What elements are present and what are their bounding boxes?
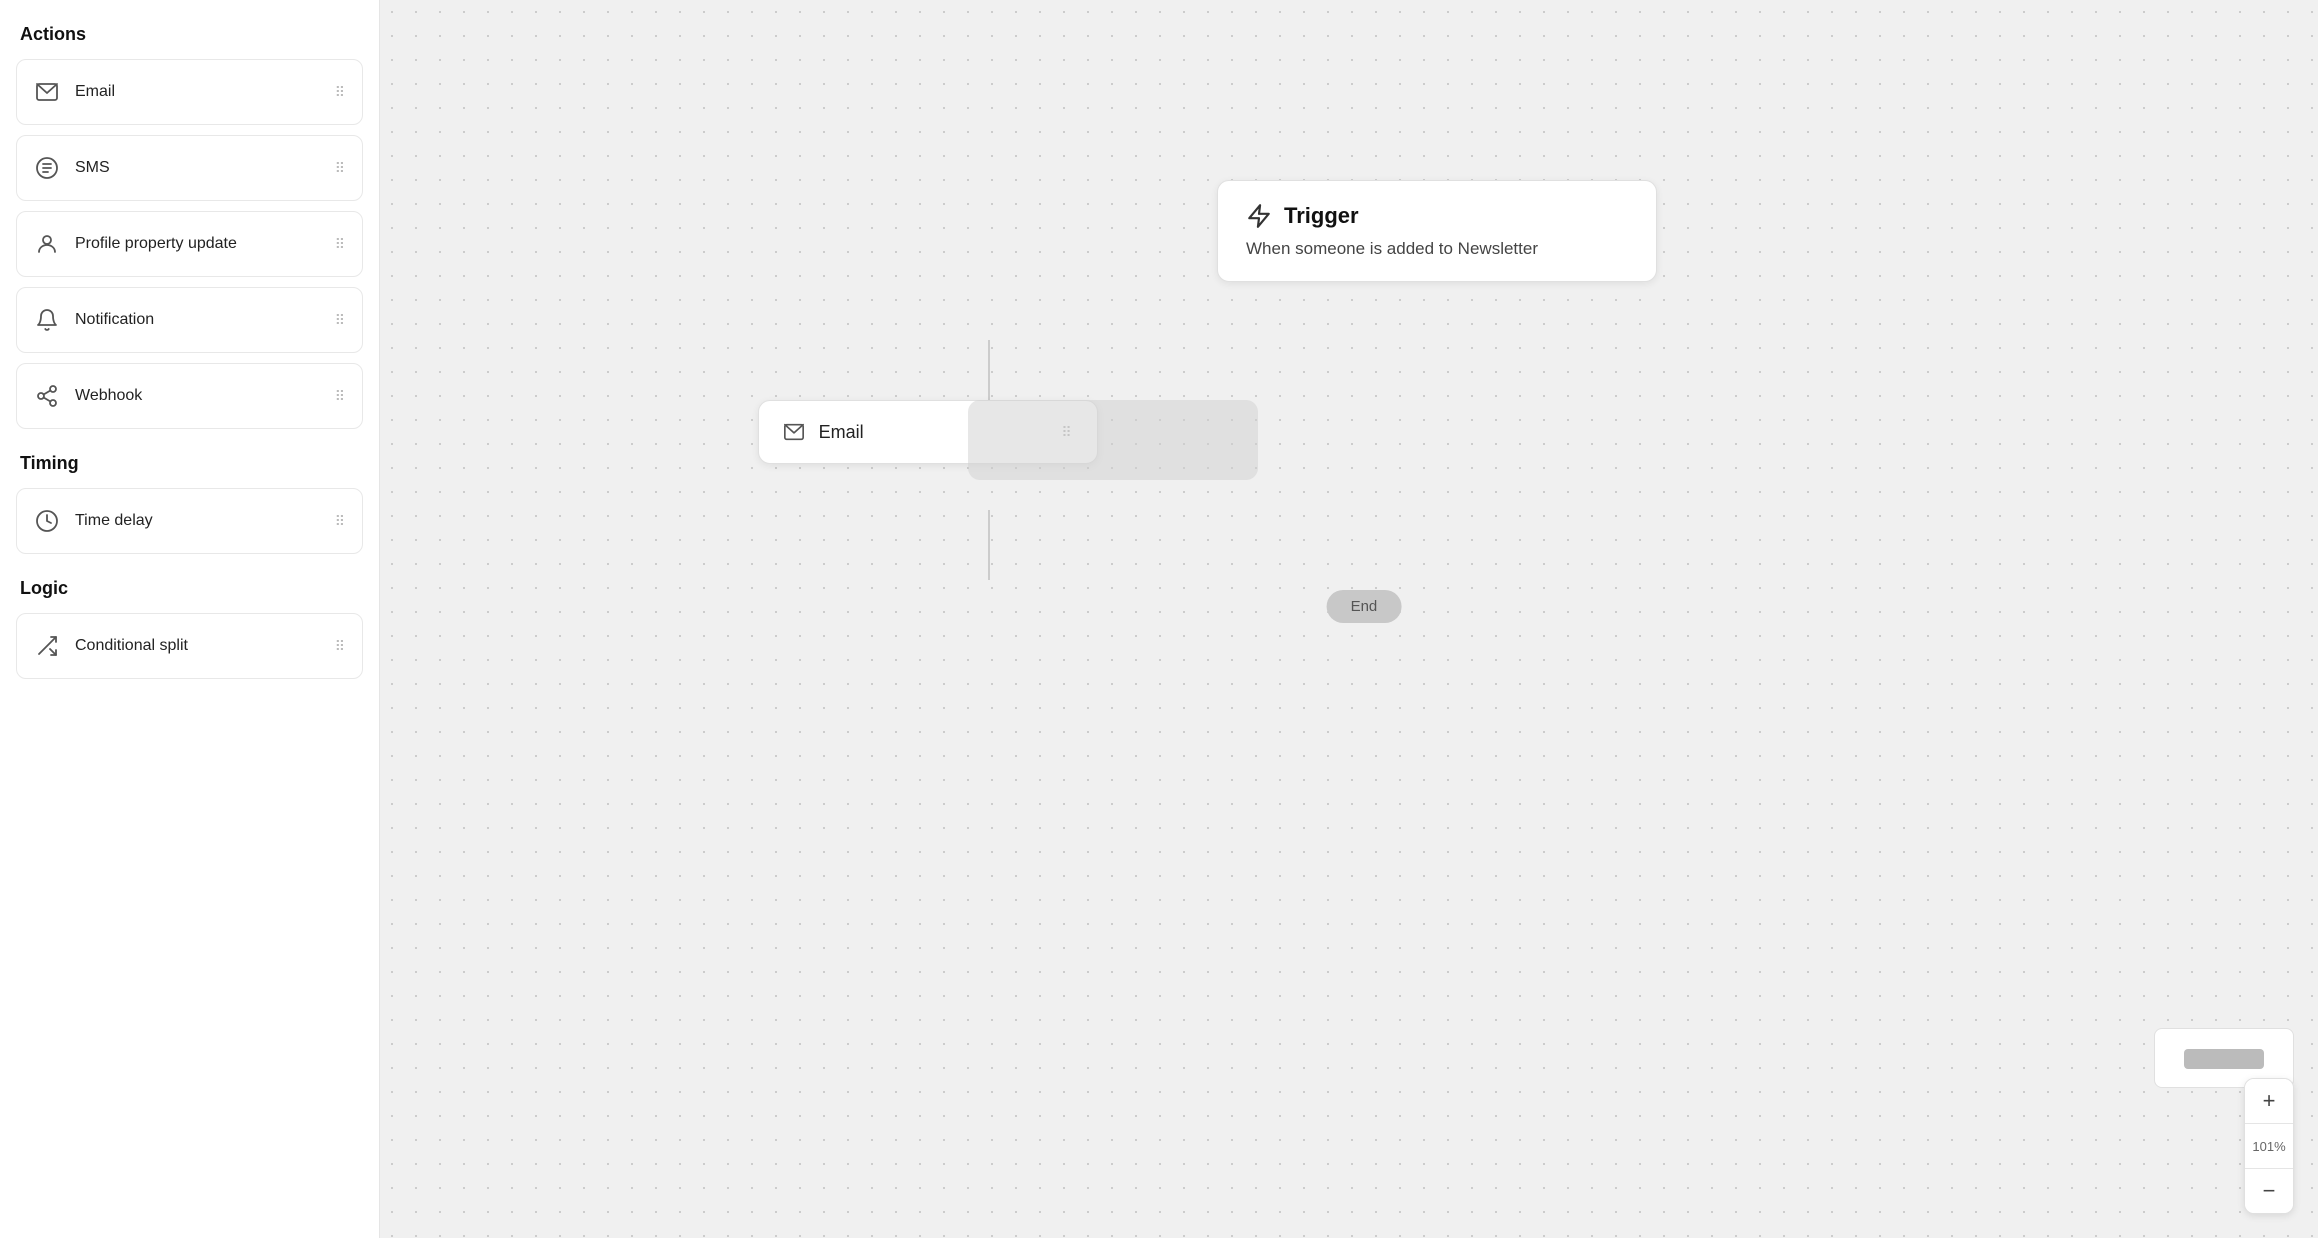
lightning-icon [1246, 203, 1272, 229]
notification-label: Notification [75, 311, 154, 329]
flow-canvas[interactable]: Trigger When someone is added to Newslet… [380, 0, 2318, 1238]
email-node-icon [783, 421, 805, 443]
actions-title: Actions [16, 24, 363, 45]
timing-section: Timing Time delay ⠿ [16, 453, 363, 554]
end-badge: End [1327, 590, 1402, 623]
sms-icon [33, 154, 61, 182]
logic-section: Logic Conditional split ⠿ [16, 578, 363, 679]
profile-property-update-drag-handle[interactable]: ⠿ [335, 236, 346, 253]
minimap-viewport [2184, 1049, 2264, 1069]
email-drag-handle[interactable]: ⠿ [335, 84, 346, 101]
sidebar-item-profile-property-update[interactable]: Profile property update ⠿ [16, 211, 363, 277]
sidebar: Actions Email ⠿ [0, 0, 380, 1238]
sms-drag-handle[interactable]: ⠿ [335, 160, 346, 177]
person-icon [33, 230, 61, 258]
actions-section: Actions Email ⠿ [16, 24, 363, 429]
webhook-drag-handle[interactable]: ⠿ [335, 388, 346, 405]
trigger-subtitle: When someone is added to Newsletter [1246, 239, 1628, 259]
sidebar-item-conditional-split[interactable]: Conditional split ⠿ [16, 613, 363, 679]
sms-label: SMS [75, 159, 110, 177]
profile-property-update-label: Profile property update [75, 235, 237, 253]
sidebar-item-email[interactable]: Email ⠿ [16, 59, 363, 125]
email-node-label: Email [819, 422, 864, 443]
webhook-label: Webhook [75, 387, 142, 405]
sidebar-item-webhook[interactable]: Webhook ⠿ [16, 363, 363, 429]
zoom-in-button[interactable]: + [2245, 1079, 2293, 1123]
time-delay-label: Time delay [75, 512, 153, 530]
zoom-out-button[interactable]: − [2245, 1169, 2293, 1213]
email-label: Email [75, 83, 115, 101]
mail-icon [33, 78, 61, 106]
sidebar-item-notification[interactable]: Notification ⠿ [16, 287, 363, 353]
clock-icon [33, 507, 61, 535]
trigger-title: Trigger [1284, 203, 1359, 229]
connector-trigger-email [988, 340, 990, 400]
timing-title: Timing [16, 453, 363, 474]
conditional-split-label: Conditional split [75, 637, 188, 655]
conditional-split-drag-handle[interactable]: ⠿ [335, 638, 346, 655]
ghost-placeholder-node [968, 400, 1258, 480]
webhook-icon [33, 382, 61, 410]
split-icon [33, 632, 61, 660]
zoom-controls: + 101% − [2244, 1078, 2294, 1214]
bell-icon [33, 306, 61, 334]
zoom-level: 101% [2245, 1124, 2293, 1168]
sidebar-item-time-delay[interactable]: Time delay ⠿ [16, 488, 363, 554]
trigger-node[interactable]: Trigger When someone is added to Newslet… [1217, 180, 1657, 282]
logic-title: Logic [16, 578, 363, 599]
connector-email-end [988, 510, 990, 580]
sidebar-item-sms[interactable]: SMS ⠿ [16, 135, 363, 201]
notification-drag-handle[interactable]: ⠿ [335, 312, 346, 329]
time-delay-drag-handle[interactable]: ⠿ [335, 513, 346, 530]
